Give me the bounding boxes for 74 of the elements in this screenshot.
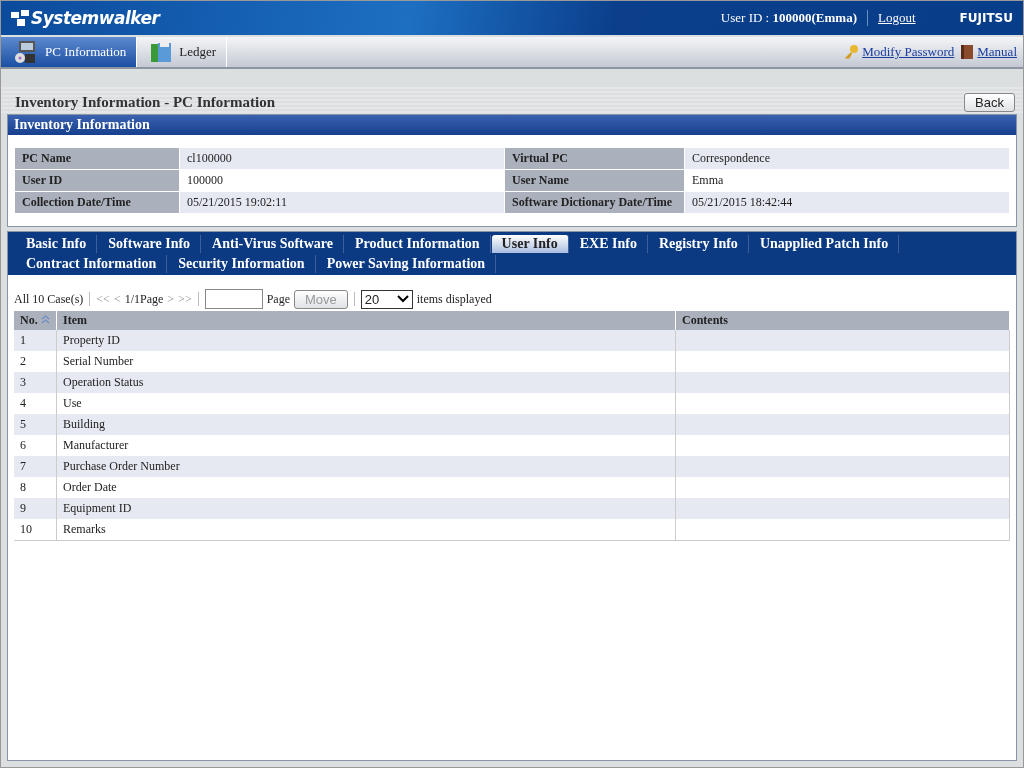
tab[interactable]: Security Information bbox=[168, 255, 316, 273]
chevron-down-icon bbox=[396, 295, 409, 303]
tab[interactable]: Contract Information bbox=[16, 255, 168, 273]
table-cell: Remarks bbox=[56, 519, 676, 541]
field-value: cl100000 bbox=[179, 147, 505, 170]
table-cell: 1 bbox=[14, 330, 57, 351]
tab[interactable]: Registry Info bbox=[648, 235, 749, 253]
tab[interactable]: Unapplied Patch Info bbox=[749, 235, 900, 253]
back-button[interactable]: Back bbox=[964, 93, 1015, 112]
table-cell: Building bbox=[56, 414, 676, 435]
table-cell: 9 bbox=[14, 498, 57, 519]
panel-title: Inventory Information bbox=[8, 115, 1016, 135]
table-cell: 10 bbox=[14, 519, 57, 541]
header-link[interactable]: Manual bbox=[977, 44, 1017, 60]
vendor-name: FUJITSU bbox=[959, 11, 1013, 25]
case-count: All 10 Case(s) bbox=[14, 291, 84, 307]
tab[interactable]: Software Info bbox=[98, 235, 202, 253]
table-cell: Use bbox=[56, 393, 676, 414]
field-label: Software Dictionary Date/Time bbox=[504, 191, 685, 214]
tab[interactable]: EXE Info bbox=[569, 235, 648, 253]
table-cell: Manufacturer bbox=[56, 435, 676, 456]
sort-up-icon bbox=[40, 315, 50, 324]
column-header[interactable]: No. bbox=[14, 311, 57, 330]
field-label: Collection Date/Time bbox=[14, 191, 180, 214]
table-cell: Purchase Order Number bbox=[56, 456, 676, 477]
tab[interactable]: Power Saving Information bbox=[316, 255, 497, 273]
field-value: Correspondence bbox=[684, 147, 1010, 170]
first-page-link[interactable]: << bbox=[96, 291, 110, 307]
folder-icon bbox=[149, 40, 174, 64]
tab[interactable]: Basic Info bbox=[16, 235, 98, 253]
user-id-text: User ID : 100000(Emma) bbox=[720, 10, 857, 26]
field-label: PC Name bbox=[14, 147, 180, 170]
page-title: Inventory Information - PC Information bbox=[15, 94, 275, 111]
table-cell: 2 bbox=[14, 351, 57, 372]
page-input[interactable] bbox=[204, 289, 263, 309]
per-page-select[interactable]: 20 bbox=[360, 289, 413, 309]
table-cell: Property ID bbox=[56, 330, 676, 351]
book-icon bbox=[960, 44, 975, 60]
field-label: Virtual PC bbox=[504, 147, 685, 170]
logo-icon bbox=[11, 10, 31, 26]
prev-page-link[interactable]: < bbox=[113, 291, 121, 307]
tab[interactable]: User Info bbox=[491, 235, 569, 253]
field-value: Emma bbox=[684, 169, 1010, 192]
table-cell: Operation Status bbox=[56, 372, 676, 393]
field-value: 05/21/2015 18:42:44 bbox=[684, 191, 1010, 214]
nav-tab-label: Ledger bbox=[179, 44, 217, 60]
product-name: Systemwalker bbox=[31, 8, 160, 28]
column-header: Item bbox=[56, 311, 676, 330]
column-header: Contents bbox=[675, 311, 1010, 330]
per-page-label: items displayed bbox=[416, 291, 492, 307]
table-cell: Serial Number bbox=[56, 351, 676, 372]
logout-link[interactable]: Logout bbox=[878, 10, 916, 26]
table-cell: Order Date bbox=[56, 477, 676, 498]
field-value: 05/21/2015 19:02:11 bbox=[179, 191, 505, 214]
last-page-link[interactable]: >> bbox=[178, 291, 192, 307]
nav-tab[interactable]: PC Information bbox=[1, 37, 138, 67]
table-cell: 5 bbox=[14, 414, 57, 435]
next-page-link[interactable]: > bbox=[167, 291, 175, 307]
page-indicator: 1/1Page bbox=[124, 291, 164, 307]
page-label: Page bbox=[266, 291, 290, 307]
nav-tab-label: PC Information bbox=[45, 44, 127, 60]
field-label: User ID bbox=[14, 169, 180, 192]
key-icon bbox=[843, 44, 860, 60]
table-cell: 6 bbox=[14, 435, 57, 456]
table-cell: 3 bbox=[14, 372, 57, 393]
table-cell: 7 bbox=[14, 456, 57, 477]
tab[interactable]: Anti-Virus Software bbox=[202, 235, 345, 253]
header-link[interactable]: Modify Password bbox=[862, 44, 955, 60]
table-cell: Equipment ID bbox=[56, 498, 676, 519]
table-cell: 8 bbox=[14, 477, 57, 498]
tab[interactable]: Product Information bbox=[345, 235, 491, 253]
nav-tab[interactable]: Ledger bbox=[137, 37, 228, 67]
table-cell: 4 bbox=[14, 393, 57, 414]
field-label: User Name bbox=[504, 169, 685, 192]
